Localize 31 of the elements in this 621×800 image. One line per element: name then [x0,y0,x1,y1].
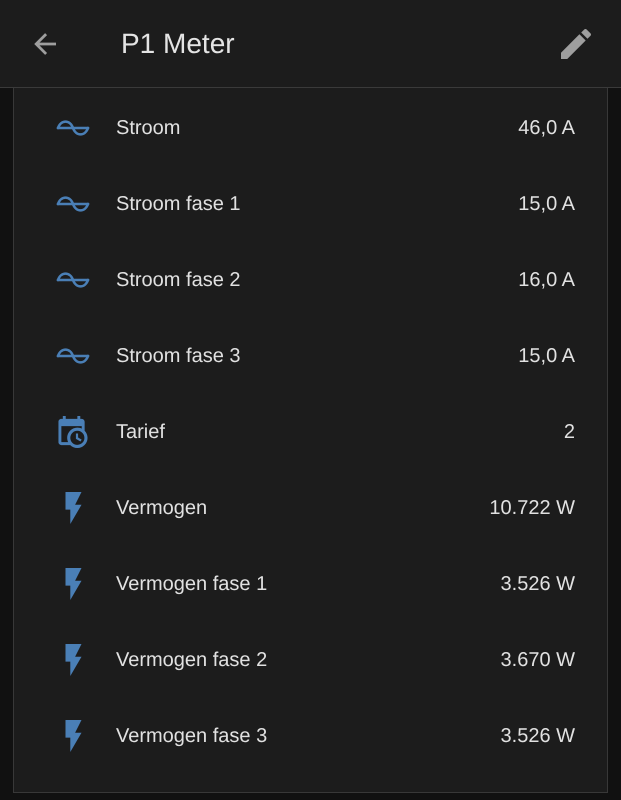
entity-value: 2 [564,420,575,445]
sine-wave-icon [56,120,90,136]
entity-name: Vermogen fase 2 [116,648,268,673]
edit-button[interactable] [559,26,593,60]
entity-value: 15,0 A [518,344,575,369]
entity-value: 15,0 A [518,192,575,217]
entity-name: Vermogen fase 3 [116,724,268,749]
entity-value: 46,0 A [518,116,575,141]
page-title: P1 Meter [121,30,235,58]
back-arrow-icon [32,32,58,54]
entity-name: Vermogen [116,496,208,521]
sine-wave-icon [56,272,90,288]
entity-name: Stroom fase 2 [116,268,241,293]
entity-name: Tarief [116,420,165,445]
sine-wave-icon [56,196,90,212]
entity-name: Stroom fase 3 [116,344,241,369]
entity-value: 3.670 W [500,648,575,673]
entity-name: Vermogen fase 1 [116,572,268,597]
entity-value: 3.526 W [500,572,575,597]
lightning-bolt-icon [64,492,82,524]
entity-value: 3.526 W [500,724,575,749]
calendar-clock-icon [57,416,89,448]
entity-value: 10.722 W [489,496,575,521]
sine-wave-icon [56,348,90,364]
lightning-bolt-icon [64,568,82,600]
lightning-bolt-icon [64,720,82,752]
lightning-bolt-icon [64,644,82,676]
entity-name: Stroom [116,116,180,141]
entity-value: 16,0 A [518,268,575,293]
pencil-icon [561,28,591,58]
entity-name: Stroom fase 1 [116,192,241,217]
